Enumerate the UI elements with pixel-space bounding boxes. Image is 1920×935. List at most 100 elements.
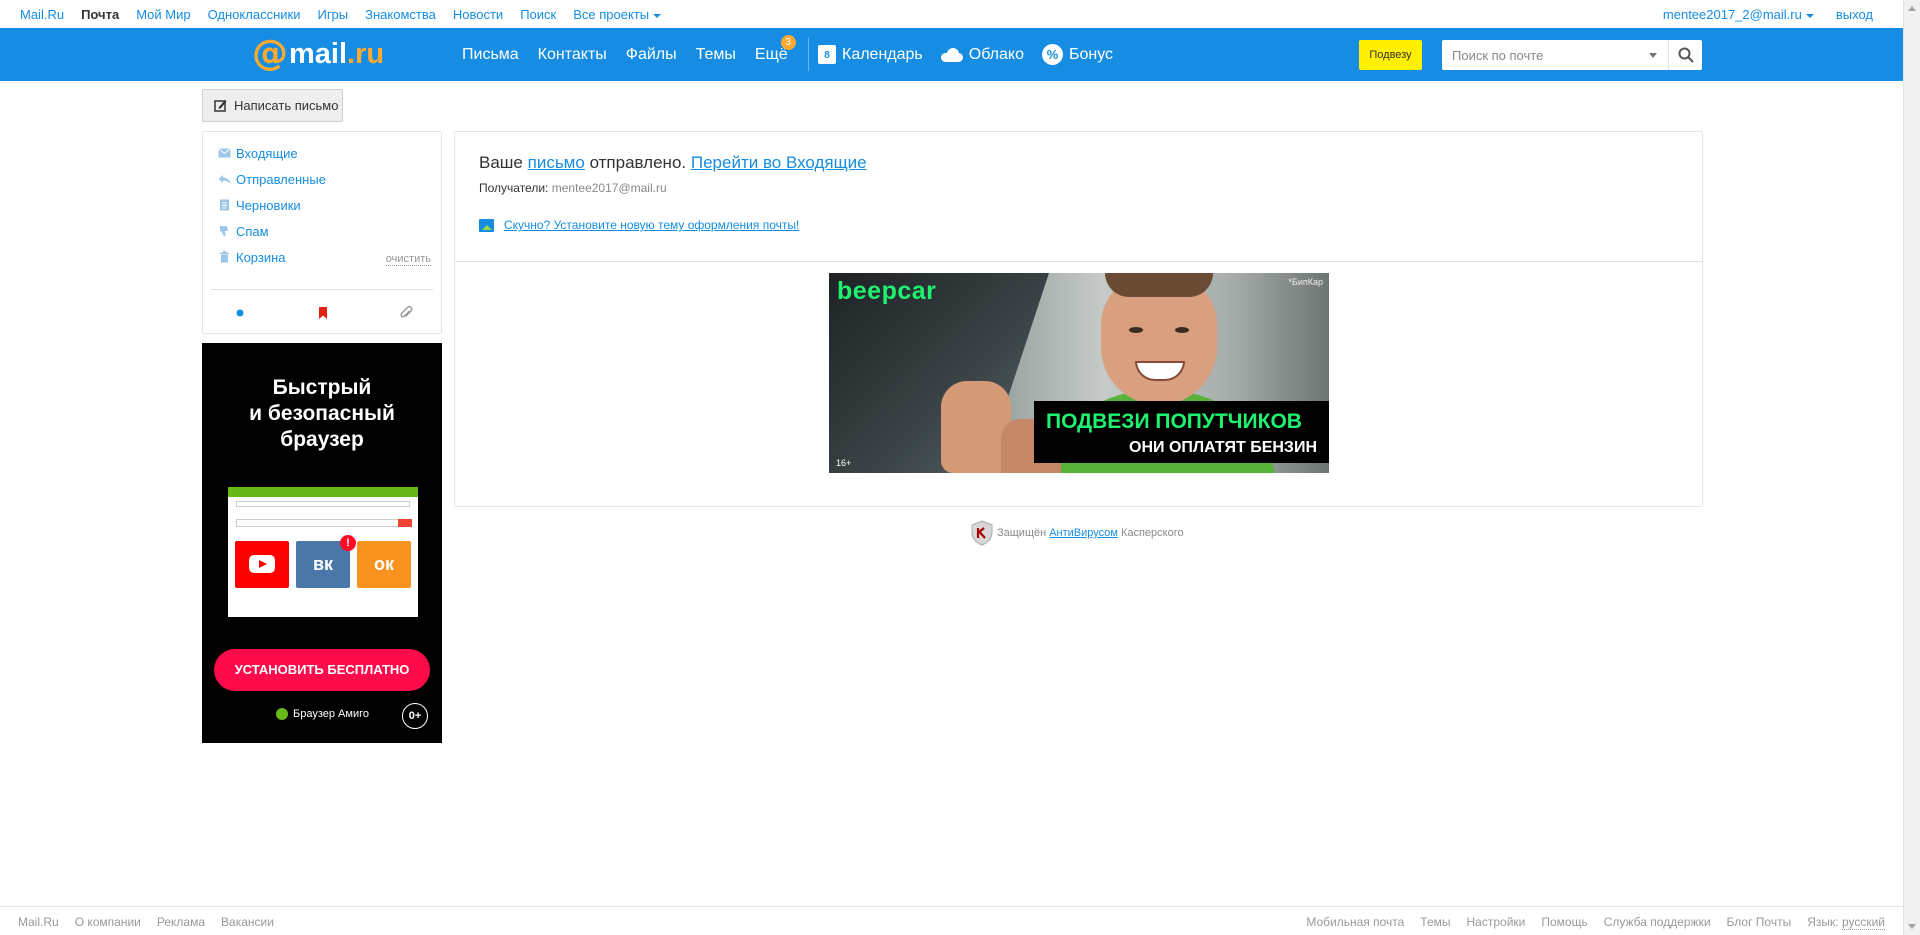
footer-link-about[interactable]: О компании <box>75 915 141 929</box>
envelope-icon <box>218 148 231 158</box>
logo-ru: ru <box>355 37 385 70</box>
compose-label: Написать письмо <box>234 98 339 113</box>
logo-dot: . <box>347 37 356 70</box>
footer-link-jobs[interactable]: Вакансии <box>221 915 274 929</box>
theme-promo: Скучно? Установите новую тему оформления… <box>479 218 799 232</box>
user-menu[interactable]: mentee2017_2@mail.ru <box>1663 7 1814 22</box>
scroll-down-icon[interactable] <box>1908 924 1916 929</box>
footer-link-mailru[interactable]: Mail.Ru <box>18 915 59 929</box>
image-icon <box>479 218 494 232</box>
youtube-tile <box>235 541 289 588</box>
amigo-install-button[interactable]: УСТАНОВИТЬ БЕСПЛАТНО <box>214 649 430 691</box>
flag-filter-icon[interactable] <box>316 306 330 320</box>
nav-contacts[interactable]: Контакты <box>538 46 607 64</box>
portal-user: mentee2017_2@mail.ru выход <box>1663 7 1873 22</box>
footer-link-mobile-mail[interactable]: Мобильная почта <box>1306 915 1404 929</box>
browser-screenshot: вк ! ок <box>228 487 418 617</box>
amigo-age-rating: 0+ <box>402 703 428 729</box>
nav-bonus[interactable]: % Бонус <box>1041 44 1114 65</box>
service-nav: 8 Календарь Облако % Бонус <box>818 28 1113 81</box>
folder-drafts-label: Черновики <box>236 197 301 213</box>
nav-divider <box>807 38 809 71</box>
trash-icon <box>220 251 229 263</box>
nav-cloud[interactable]: Облако <box>940 46 1024 64</box>
beepcar-banner[interactable]: beepcar *БипКар ПОДВЕЗИ ПОПУТЧИКОВ ОНИ О… <box>829 273 1329 473</box>
compose-button[interactable]: Написать письмо <box>202 89 343 122</box>
portal-link-ok[interactable]: Одноклассники <box>208 7 301 22</box>
footer-link-blog[interactable]: Блог Почты <box>1727 915 1792 929</box>
unread-filter-icon[interactable] <box>233 306 247 320</box>
banner-advertiser-mark: *БипКар <box>1288 277 1323 287</box>
portal-link-mail[interactable]: Почта <box>81 7 119 22</box>
attachment-filter-icon[interactable] <box>399 306 413 320</box>
folder-sent[interactable]: Отправленные <box>218 170 326 188</box>
search-options-dropdown-icon[interactable] <box>1649 53 1657 58</box>
folder-spam[interactable]: Спам <box>218 222 269 240</box>
folder-inbox[interactable]: Входящие <box>218 144 298 162</box>
footer-right-links: Мобильная почта Темы Настройки Помощь Сл… <box>1306 915 1885 930</box>
footer-link-ads[interactable]: Реклама <box>157 915 205 929</box>
amigo-logo-icon <box>276 708 288 720</box>
footer-link-settings[interactable]: Настройки <box>1467 915 1526 929</box>
portal-link-games[interactable]: Игры <box>317 7 348 22</box>
footer-link-help[interactable]: Помощь <box>1541 915 1587 929</box>
nav-more[interactable]: Ещё 3 <box>755 34 796 64</box>
all-projects-label: Все проекты <box>573 7 650 22</box>
nav-calendar[interactable]: 8 Календарь <box>818 45 923 64</box>
amigo-browser-ad[interactable]: Быстрый и безопасный браузер вк ! ок УСТ… <box>202 343 442 743</box>
install-theme-link[interactable]: Скучно? Установите новую тему оформления… <box>504 218 799 232</box>
mail-search <box>1442 40 1702 70</box>
banner-person-eye <box>1129 327 1143 333</box>
folder-inbox-label: Входящие <box>236 145 298 161</box>
language-selector[interactable]: Язык: русский <box>1807 915 1885 930</box>
ride-button[interactable]: Подвезу <box>1359 40 1422 70</box>
banner-person-hair <box>1105 273 1213 297</box>
panel-divider <box>455 261 1702 262</box>
amigo-headline-line-2: и безопасный <box>249 402 395 425</box>
banner-text-panel: ПОДВЕЗИ ПОПУТЧИКОВ ОНИ ОПЛАТЯТ БЕНЗИН <box>1034 401 1329 463</box>
mailru-logo[interactable]: @ mail. ru <box>252 36 384 72</box>
amigo-brand-label: Браузер Амиго <box>293 708 369 720</box>
footer-link-support[interactable]: Служба поддержки <box>1604 915 1711 929</box>
amigo-brand: Браузер Амиго <box>276 708 369 720</box>
scroll-up-icon[interactable] <box>1908 6 1916 11</box>
ok-tile: ок <box>357 541 411 588</box>
nav-letters[interactable]: Письма <box>462 46 519 64</box>
language-label: Язык: <box>1807 915 1839 929</box>
nav-files[interactable]: Файлы <box>626 46 677 64</box>
logout-link[interactable]: выход <box>1836 7 1873 22</box>
search-icon[interactable] <box>1678 47 1694 63</box>
folder-trash-label: Корзина <box>236 249 286 265</box>
thumbs-down-icon <box>220 226 228 237</box>
go-to-inbox-link[interactable]: Перейти во Входящие <box>691 153 867 172</box>
reply-icon <box>218 175 231 184</box>
portal-link-mailru[interactable]: Mail.Ru <box>20 7 64 22</box>
portal-link-search[interactable]: Поиск <box>520 7 556 22</box>
search-input[interactable] <box>1442 40 1642 70</box>
banner-age-rating: 16+ <box>836 458 852 468</box>
footer-link-themes[interactable]: Темы <box>1420 915 1450 929</box>
folder-drafts[interactable]: Черновики <box>218 196 301 214</box>
antivirus-link[interactable]: АнтиВирусом <box>1049 527 1118 539</box>
kaspersky-suffix: Касперского <box>1120 527 1184 539</box>
nav-themes[interactable]: Темы <box>696 46 736 64</box>
clean-trash-link[interactable]: очистить <box>385 253 431 266</box>
logo-at: @ <box>252 33 288 74</box>
sent-middle: отправлено. <box>589 153 687 172</box>
recipients: Получатели: mentee2017@mail.ru <box>479 181 667 195</box>
mail-header: @ mail. ru Письма Контакты Файлы Темы Ещё 3… <box>0 28 1903 81</box>
portal-link-all-projects[interactable]: Все проекты <box>573 7 662 22</box>
recipients-label: Получатели: <box>479 181 549 195</box>
page-scrollbar[interactable] <box>1903 0 1920 935</box>
view-letter-link[interactable]: письмо <box>528 153 585 172</box>
search-divider <box>1668 40 1669 70</box>
folder-list: Входящие Отправленные Черновики Спам Кор… <box>202 131 442 334</box>
portal-link-my-world[interactable]: Мой Мир <box>136 7 190 22</box>
nav-calendar-label: Календарь <box>842 45 923 63</box>
portal-link-news[interactable]: Новости <box>453 7 503 22</box>
youtube-icon <box>249 555 275 573</box>
nav-bonus-label: Бонус <box>1068 45 1114 63</box>
browser-tabs-bar <box>236 501 410 507</box>
portal-link-dating[interactable]: Знакомства <box>365 7 436 22</box>
folder-trash[interactable]: Корзина <box>218 248 286 266</box>
